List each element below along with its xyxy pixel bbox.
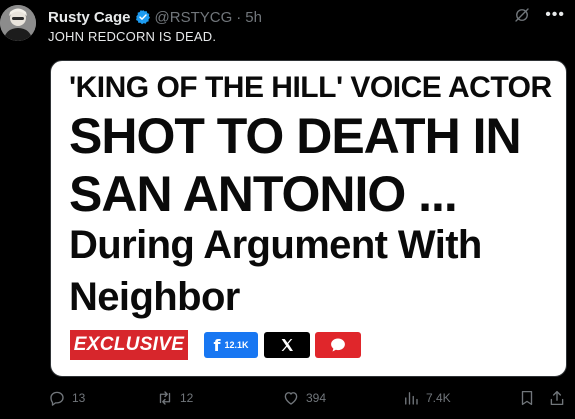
grok-icon[interactable] <box>513 6 531 24</box>
reply-count: 13 <box>72 391 86 405</box>
tweet-text: JOHN REDCORN IS DEAD. <box>48 29 217 44</box>
separator-dot: · <box>236 8 242 26</box>
headline-line-1: 'KING OF THE HILL' VOICE ACTOR <box>69 71 552 104</box>
like-icon <box>284 392 298 405</box>
like-count: 394 <box>306 391 327 405</box>
retweet-icon <box>159 391 171 405</box>
x-share-button <box>264 332 310 358</box>
author-handle[interactable]: @RSTYCG <box>155 9 233 26</box>
verified-badge-icon <box>135 9 151 25</box>
headline-line-2: SHOT TO DEATH IN <box>69 108 522 164</box>
retweet-count: 12 <box>180 391 194 405</box>
headline-line-3: SAN ANTONIO ... <box>69 166 458 222</box>
views-button[interactable]: 7.4K <box>402 386 451 410</box>
facebook-icon: f <box>213 335 221 355</box>
tweet: Rusty Cage @RSTYCG · 5h ••• JOHN REDCORN… <box>0 0 575 419</box>
comment-share-button <box>315 332 361 358</box>
tweet-header: Rusty Cage @RSTYCG · 5h <box>48 7 262 27</box>
reply-icon <box>50 391 64 406</box>
facebook-share-button: f 12.1K <box>204 332 258 358</box>
bookmark-icon <box>521 390 533 406</box>
like-button[interactable]: 394 <box>282 386 326 410</box>
x-logo-icon <box>281 339 293 351</box>
headline-line-5: Neighbor <box>69 275 240 319</box>
share-button[interactable] <box>548 386 566 410</box>
tweet-actions-bar: 13 12 394 7.4K <box>48 386 568 410</box>
views-count: 7.4K <box>426 391 451 405</box>
avatar[interactable] <box>0 5 36 41</box>
share-icon <box>550 390 564 406</box>
author-name[interactable]: Rusty Cage <box>48 9 131 26</box>
views-icon <box>405 392 418 405</box>
reply-button[interactable]: 13 <box>48 386 85 410</box>
bookmark-button[interactable] <box>518 386 536 410</box>
timestamp[interactable]: 5h <box>245 9 262 26</box>
exclusive-badge: EXCLUSIVE <box>70 330 188 360</box>
comment-bubble-icon <box>331 338 345 352</box>
media-card[interactable]: 'KING OF THE HILL' VOICE ACTOR SHOT TO D… <box>50 60 567 377</box>
facebook-share-count: 12.1K <box>224 340 249 350</box>
header-actions: ••• <box>513 6 565 24</box>
more-icon[interactable]: ••• <box>545 7 565 23</box>
headline-line-4: During Argument With <box>69 223 482 267</box>
retweet-button[interactable]: 12 <box>156 386 193 410</box>
